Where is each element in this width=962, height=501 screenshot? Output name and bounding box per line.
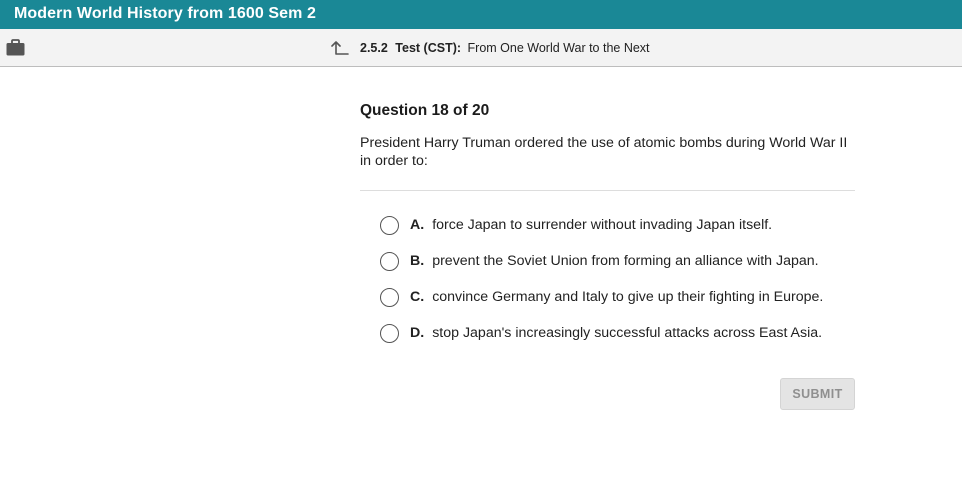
answer-option-c[interactable]: C. convince Germany and Italy to give up… [380,285,823,309]
answer-option-b[interactable]: B. prevent the Soviet Union from forming… [380,249,819,273]
activity-name: From One World War to the Next [467,41,650,55]
course-title: Modern World History from 1600 Sem 2 [14,5,317,22]
activity-type: Test (CST): [395,41,462,55]
submit-button[interactable]: SUBMIT [780,378,855,410]
option-letter: C. [410,289,425,305]
top-header: Modern World History from 1600 Sem 2 [0,0,962,29]
option-text: convince Germany and Italy to give up th… [432,289,824,305]
radio-button[interactable] [380,251,399,271]
option-text: prevent the Soviet Union from forming an… [432,253,819,269]
answer-option-a[interactable]: A. force Japan to surrender without inva… [380,213,772,237]
option-letter: A. [410,217,425,233]
radio-button[interactable] [380,215,399,235]
breadcrumb: 2.5.2 Test (CST): From One World War to … [360,41,650,55]
option-letter: D. [410,325,425,341]
radio-button[interactable] [380,323,399,343]
activity-number: 2.5.2 [360,41,388,55]
divider [360,190,855,191]
option-letter: B. [410,253,425,269]
option-text: force Japan to surrender without invadin… [432,217,773,233]
radio-button[interactable] [380,287,399,307]
question-heading: Question 18 of 20 [360,102,490,119]
briefcase-icon[interactable] [6,39,25,56]
question-prompt: President Harry Truman ordered the use o… [360,135,848,169]
up-arrow-icon[interactable] [331,40,349,56]
activity-bar: 2.5.2 Test (CST): From One World War to … [0,29,962,67]
answer-option-d[interactable]: D. stop Japan's increasingly successful … [380,321,822,345]
option-text: stop Japan's increasingly successful att… [432,325,823,341]
